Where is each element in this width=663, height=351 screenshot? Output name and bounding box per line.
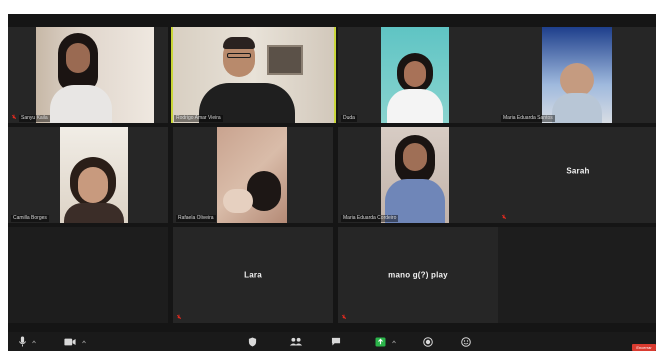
chevron-up-icon[interactable] xyxy=(82,340,86,344)
chevron-up-icon[interactable] xyxy=(32,340,36,344)
participant-name-centered: Lara xyxy=(244,270,262,280)
person-hand xyxy=(223,189,253,213)
participant-video xyxy=(173,27,334,123)
person-shirt xyxy=(552,93,602,123)
participant-video xyxy=(36,27,154,123)
participant-name-centered: mano g(?) play xyxy=(388,270,448,280)
person-face xyxy=(403,143,427,171)
mute-button[interactable] xyxy=(14,335,30,348)
participant-video xyxy=(217,127,287,223)
video-camera-icon xyxy=(64,338,76,345)
mic-off-icon xyxy=(11,114,17,120)
participant-video xyxy=(542,27,612,123)
share-screen-button[interactable] xyxy=(372,335,388,348)
participant-name: Camilla Borges xyxy=(11,215,49,222)
chat-button[interactable] xyxy=(328,335,344,348)
participant-name: Rodrigo Amar Vieira xyxy=(174,115,223,122)
empty-tile xyxy=(498,227,656,323)
mic-off-icon xyxy=(501,214,507,220)
participant-tile[interactable]: Duda xyxy=(338,27,498,123)
chevron-up-icon[interactable] xyxy=(392,340,396,344)
participant-tile[interactable]: Sanyu Kaila xyxy=(8,27,168,123)
participant-tile[interactable]: Camilla Borges xyxy=(8,127,168,223)
reactions-button[interactable] xyxy=(458,335,474,348)
person-face xyxy=(404,61,426,87)
person-face xyxy=(78,167,108,203)
participant-tile-active-speaker[interactable]: Rodrigo Amar Vieira xyxy=(171,27,336,123)
participant-video xyxy=(381,127,449,223)
person-shirt xyxy=(387,89,443,123)
person-shirt xyxy=(64,203,124,223)
participant-video xyxy=(381,27,449,123)
participant-name-centered: Sarah xyxy=(566,166,590,176)
participant-tile[interactable]: mano g(?) play xyxy=(338,227,498,323)
mic-icon xyxy=(18,336,26,347)
participant-video xyxy=(60,127,128,223)
mic-off-icon xyxy=(176,314,182,320)
participant-tile[interactable]: Maria Eduarda Santos xyxy=(498,27,656,123)
participant-tile[interactable]: Rafaela Oliveira xyxy=(173,127,333,223)
shield-icon xyxy=(248,337,256,346)
security-button[interactable] xyxy=(244,335,260,348)
participant-name: Duda xyxy=(341,115,357,122)
video-button[interactable] xyxy=(62,335,78,348)
empty-tile xyxy=(8,227,168,323)
person-glasses xyxy=(227,53,251,58)
participant-name: Maria Eduarda Cordeiro xyxy=(341,215,399,222)
person-hair xyxy=(223,37,255,49)
mic-off-icon xyxy=(341,314,347,320)
smile-icon xyxy=(461,336,471,347)
gallery-view: Sanyu Kaila Rodrigo Amar Vieira Duda Mar… xyxy=(8,14,656,327)
participant-tile[interactable]: Lara xyxy=(173,227,333,323)
record-button[interactable] xyxy=(420,335,436,348)
share-screen-icon xyxy=(375,336,385,347)
meeting-toolbar: Encerrar xyxy=(8,332,656,351)
zoom-meeting-window: Sanyu Kaila Rodrigo Amar Vieira Duda Mar… xyxy=(8,14,656,351)
participant-name: Rafaela Oliveira xyxy=(176,215,216,222)
people-icon xyxy=(289,337,303,346)
background-window xyxy=(267,45,303,75)
chat-bubble-icon xyxy=(331,337,341,346)
participant-name: Sanyu Kaila xyxy=(19,115,50,122)
record-icon xyxy=(423,336,433,347)
person-shirt xyxy=(50,85,112,123)
participant-tile[interactable]: Maria Eduarda Cordeiro xyxy=(338,127,498,223)
person-face xyxy=(560,63,594,97)
participant-tile[interactable]: Sarah xyxy=(498,127,656,223)
person-face xyxy=(66,43,90,73)
participant-name: Maria Eduarda Santos xyxy=(501,115,555,122)
end-meeting-button[interactable]: Encerrar xyxy=(632,344,656,351)
participants-button[interactable] xyxy=(286,335,306,348)
